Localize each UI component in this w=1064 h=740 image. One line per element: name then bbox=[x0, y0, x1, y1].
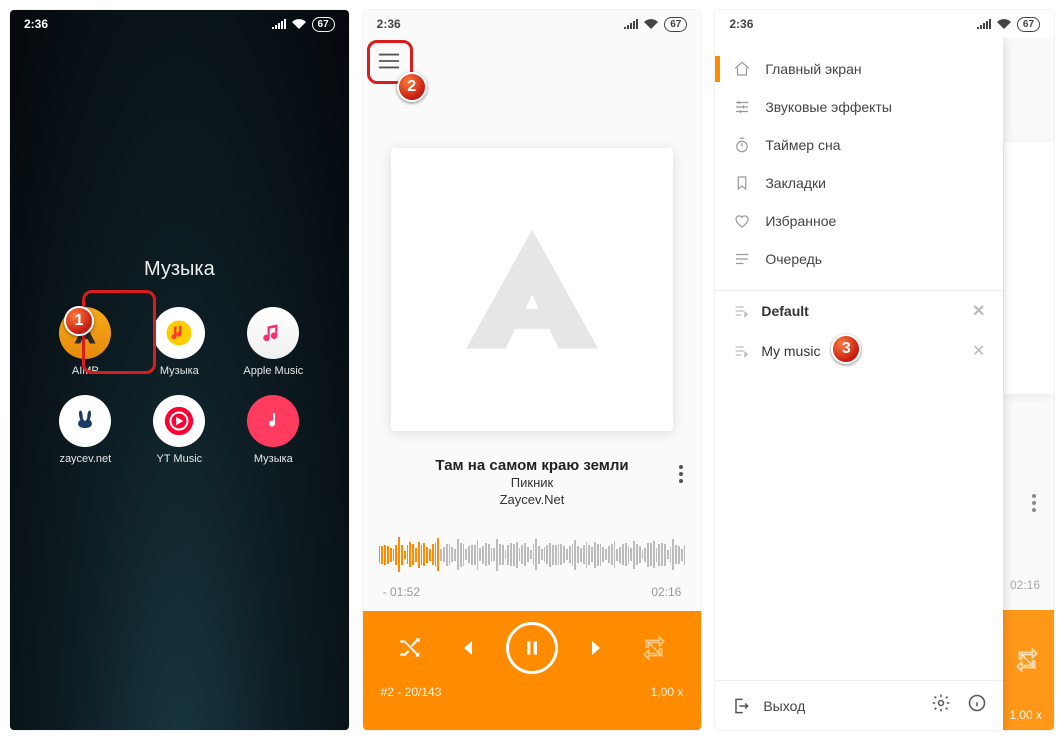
shuffle-button[interactable] bbox=[388, 626, 432, 670]
battery-icon: 67 bbox=[1017, 17, 1040, 32]
info-button[interactable] bbox=[967, 693, 987, 718]
playlist-label: Default bbox=[761, 303, 808, 319]
playlist-icon bbox=[733, 343, 749, 359]
signal-icon bbox=[272, 19, 286, 29]
wifi-icon bbox=[292, 19, 306, 29]
home-icon bbox=[733, 60, 751, 78]
exit-icon bbox=[731, 696, 751, 716]
playback-speed[interactable]: 1,00 x bbox=[1009, 708, 1042, 722]
app-label: Apple Music bbox=[243, 365, 303, 377]
nav-label: Звуковые эффекты bbox=[765, 99, 892, 115]
app-label: Музыка bbox=[254, 453, 293, 465]
close-icon[interactable]: ✕ bbox=[968, 341, 989, 361]
app-label: YT Music bbox=[157, 453, 203, 465]
nav-label: Главный экран bbox=[765, 61, 861, 77]
queue-position: #2 - 20/143 bbox=[381, 685, 442, 699]
hamburger-icon bbox=[378, 53, 400, 69]
statusbar: 2:36 67 bbox=[363, 10, 702, 38]
playlist-icon bbox=[733, 303, 749, 319]
step-badge-1: 1 bbox=[64, 306, 94, 336]
signal-icon bbox=[977, 19, 991, 29]
app-label: Музыка bbox=[160, 365, 199, 377]
nav-label: Избранное bbox=[765, 213, 836, 229]
step-badge-2: 2 bbox=[397, 72, 427, 102]
nav-queue[interactable]: Очередь bbox=[715, 240, 1003, 278]
app-yt-music[interactable]: YT Music bbox=[141, 395, 217, 465]
aimp-logo-icon bbox=[453, 210, 611, 368]
album-art bbox=[391, 148, 674, 431]
statusbar: 2:36 67 bbox=[715, 10, 1054, 38]
nav-label: Закладки bbox=[765, 175, 826, 191]
screen-drawer: 2:36 67 02:16 1,00 x Главный экран bbox=[715, 10, 1054, 730]
app-label: AIMP bbox=[72, 365, 99, 377]
exit-label: Выход bbox=[763, 698, 805, 714]
yandex-music-icon bbox=[153, 307, 205, 359]
track-album: Zaycev.Net bbox=[403, 491, 662, 509]
heart-icon bbox=[733, 212, 751, 230]
battery-icon: 67 bbox=[664, 17, 687, 32]
clock: 2:36 bbox=[24, 17, 48, 31]
time-elapsed: - 01:52 bbox=[383, 585, 420, 599]
playlist-label: My music bbox=[761, 343, 820, 359]
queue-icon bbox=[733, 250, 751, 268]
signal-icon bbox=[624, 19, 638, 29]
screen-home: 2:36 67 Музыка AIMP Музыка Ap bbox=[10, 10, 349, 730]
exit-button[interactable]: Выход bbox=[731, 696, 805, 716]
track-title: Там на самом краю земли bbox=[403, 457, 662, 474]
gear-icon bbox=[931, 693, 951, 713]
clock: 2:36 bbox=[377, 17, 401, 31]
app-label: zaycev.net bbox=[59, 453, 111, 465]
playback-speed[interactable]: 1,00 x bbox=[651, 685, 684, 699]
next-button[interactable] bbox=[573, 626, 617, 670]
nav-label: Таймер сна bbox=[765, 137, 840, 153]
wifi-icon bbox=[644, 19, 658, 29]
track-artist: Пикник bbox=[403, 474, 662, 492]
statusbar: 2:36 67 bbox=[10, 10, 349, 38]
apple-music-icon bbox=[247, 307, 299, 359]
player-controls: #2 - 20/143 1,00 x bbox=[363, 611, 702, 730]
nav-favorites[interactable]: Избранное bbox=[715, 202, 1003, 240]
more-icon[interactable] bbox=[1032, 494, 1036, 512]
nav-sleep-timer[interactable]: Таймер сна bbox=[715, 126, 1003, 164]
nav-bookmarks[interactable]: Закладки bbox=[715, 164, 1003, 202]
sliders-icon bbox=[733, 98, 751, 116]
app-yandex-music[interactable]: Музыка bbox=[141, 307, 217, 377]
nav-home[interactable]: Главный экран bbox=[715, 50, 1003, 88]
clock: 2:36 bbox=[729, 17, 753, 31]
repeat-button[interactable] bbox=[632, 626, 676, 670]
folder-title: Музыка bbox=[144, 258, 215, 281]
app-zaycev[interactable]: zaycev.net bbox=[47, 395, 123, 465]
time-total: 02:16 bbox=[1010, 578, 1040, 592]
yt-music-icon bbox=[153, 395, 205, 447]
repeat-icon[interactable] bbox=[1014, 647, 1040, 678]
bookmark-icon bbox=[733, 174, 751, 192]
music-icon bbox=[247, 395, 299, 447]
screen-player: 2:36 67 2 Там на самом краю земли Пикник… bbox=[363, 10, 702, 730]
time-total: 02:16 bbox=[651, 585, 681, 599]
timer-icon bbox=[733, 136, 751, 154]
settings-button[interactable] bbox=[931, 693, 951, 718]
info-icon bbox=[967, 693, 987, 713]
nav-label: Очередь bbox=[765, 251, 822, 267]
prev-button[interactable] bbox=[447, 626, 491, 670]
nav-equalizer[interactable]: Звуковые эффекты bbox=[715, 88, 1003, 126]
navigation-drawer: Главный экран Звуковые эффекты Таймер сн… bbox=[715, 38, 1003, 730]
app-music[interactable]: Музыка bbox=[235, 395, 311, 465]
battery-icon: 67 bbox=[312, 17, 335, 32]
zaycev-icon bbox=[59, 395, 111, 447]
app-apple-music[interactable]: Apple Music bbox=[235, 307, 311, 377]
playlist-default[interactable]: Default ✕ bbox=[715, 291, 1003, 331]
pause-button[interactable] bbox=[506, 622, 558, 674]
close-icon[interactable]: ✕ bbox=[968, 301, 989, 321]
track-more-button[interactable] bbox=[679, 465, 683, 483]
wifi-icon bbox=[997, 19, 1011, 29]
waveform[interactable] bbox=[379, 529, 686, 581]
